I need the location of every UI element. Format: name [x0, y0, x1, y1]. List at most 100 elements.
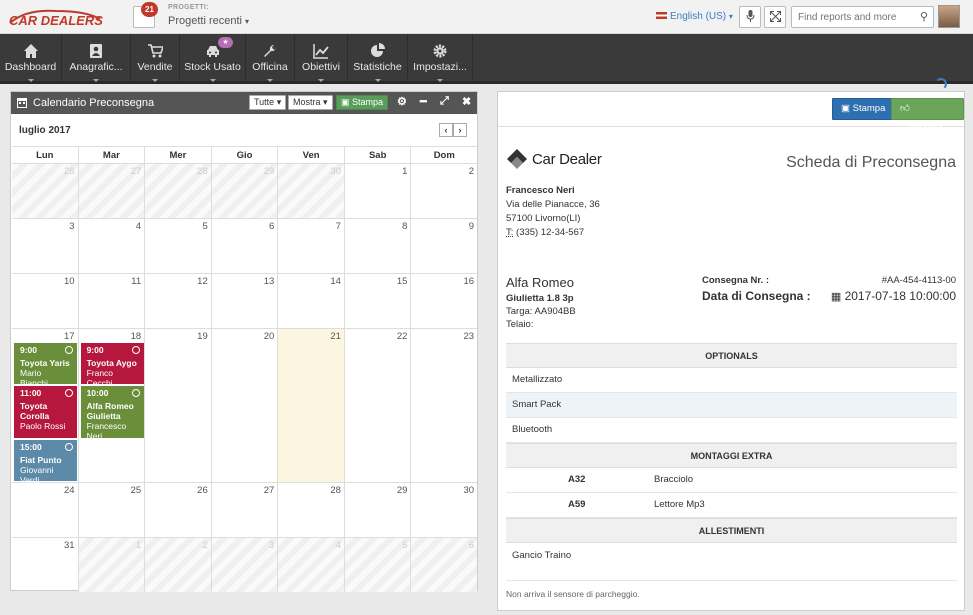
preconsegna-document: ▣ Stampa 👍︎ Consegna Car Dealer Scheda d… [497, 91, 965, 611]
projects-dropdown[interactable]: Progetti recenti ▾ [168, 15, 249, 27]
prev-month-button[interactable]: ‹ [439, 123, 453, 137]
logo[interactable]: CAR DEALERS [6, 5, 104, 29]
calendar-week: 31 1 2 3 4 5 6 [12, 538, 478, 592]
calendar-day-today[interactable]: 21 [278, 329, 345, 482]
calendar-day[interactable]: 29 [345, 483, 412, 537]
calendar-day[interactable]: 3 [211, 538, 279, 592]
calendar-day-18[interactable]: 18 9:00 Toyota Aygo Franco Cecchi 10:00 … [79, 329, 146, 482]
calendar-day[interactable]: 15 [345, 274, 412, 328]
nav-anagrafiche[interactable]: Anagrafic... [62, 34, 131, 84]
calendar-day[interactable]: 29 [211, 164, 279, 218]
calendar-event[interactable]: 11:00 Toyota Corolla Paolo Rossi [14, 386, 77, 438]
extra-row: A59 Lettore Mp3 [506, 493, 957, 518]
fullscreen-button[interactable] [764, 6, 786, 28]
optional-row: Bluetooth [506, 418, 957, 443]
calendar-day[interactable]: 20 [212, 329, 279, 482]
calendar-day[interactable]: 26 [145, 483, 212, 537]
minimize-icon[interactable]: ━ [420, 95, 427, 108]
calendar-day[interactable]: 8 [345, 219, 412, 273]
calendar-day[interactable]: 30 [278, 164, 345, 218]
event-client: Francesco Neri [86, 421, 127, 441]
search-input[interactable] [798, 7, 916, 27]
microphone-button[interactable] [739, 6, 761, 28]
avatar[interactable] [938, 5, 960, 28]
calendar-day[interactable]: 30 [411, 483, 477, 537]
nav-impostazioni[interactable]: Impostazi... [408, 34, 473, 84]
search-icon[interactable]: ⚲ [920, 10, 928, 23]
calendar-day[interactable]: 28 [278, 483, 345, 537]
calendar-day[interactable]: 5 [145, 219, 212, 273]
calendar-day[interactable]: 23 [411, 329, 477, 482]
nav-vendite[interactable]: Vendite [131, 34, 180, 84]
event-time: 9:00 [86, 345, 104, 355]
calendar-day[interactable]: 12 [145, 274, 212, 328]
calendar-day[interactable]: 19 [145, 329, 212, 482]
thumbs-up-icon: 👍︎ [900, 103, 910, 114]
calendar-event[interactable]: 15:00 Fiat Punto Giovanni Verdi [14, 440, 77, 485]
calendar-day[interactable]: 26 [12, 164, 79, 218]
calendar-day[interactable]: 24 [12, 483, 79, 537]
print-calendar-button[interactable]: ▣ Stampa [336, 95, 389, 110]
deliver-button[interactable]: 👍︎ Consegna [891, 98, 964, 134]
filter-show-dropdown[interactable]: Mostra ▾ [288, 95, 333, 110]
calendar-day[interactable]: 3 [12, 219, 79, 273]
calendar-event[interactable]: 9:00 Toyota Yaris Mario Bianchi [14, 343, 77, 388]
caret-down-icon: ▾ [323, 97, 328, 107]
calendar-day[interactable]: 4 [278, 538, 345, 592]
calendar-event[interactable]: 10:00 Alfa Romeo Giulietta Francesco Ner… [80, 386, 144, 441]
calendar-day[interactable]: 2 [145, 538, 212, 592]
home-icon [23, 44, 38, 58]
calendar-day[interactable]: 4 [79, 219, 146, 273]
calendar-event[interactable]: 9:00 Toyota Aygo Franco Cecchi [80, 343, 144, 388]
calendar-day[interactable]: 11 [79, 274, 146, 328]
calendar-day-17[interactable]: 17 9:00 Toyota Yaris Mario Bianchi 11:00… [12, 329, 79, 485]
nav-stock-usato[interactable]: ★ Stock Usato [180, 34, 246, 84]
filter-all-dropdown[interactable]: Tutte ▾ [249, 95, 287, 110]
calendar-day[interactable]: 13 [212, 274, 279, 328]
customer-street: Via delle Pianacce, 36 [506, 199, 600, 210]
calendar-day[interactable]: 31 [12, 538, 79, 592]
event-model: Alfa Romeo Giulietta [86, 401, 134, 421]
customer-name: Francesco Neri [506, 185, 575, 196]
nav-officina[interactable]: Officina [246, 34, 295, 84]
settings-icon[interactable]: ⚙ [397, 95, 407, 108]
clock-icon [65, 346, 73, 354]
car-make: Alfa Romeo [506, 275, 574, 290]
delivery-date-label: Data di Consegna : [702, 289, 811, 303]
nav-statistiche[interactable]: Statistiche [348, 34, 408, 84]
calendar-week: 17 9:00 Toyota Yaris Mario Bianchi 11:00… [12, 329, 477, 485]
language-selector[interactable]: English (US) ▾ [656, 11, 733, 22]
calendar-day[interactable]: 6 [411, 538, 478, 592]
nav-dashboard[interactable]: Dashboard [0, 34, 62, 84]
nav-label: Statistiche [353, 61, 402, 73]
calendar-day[interactable]: 10 [12, 274, 79, 328]
calendar-day[interactable]: 2 [411, 164, 477, 218]
calendar-day[interactable]: 6 [212, 219, 279, 273]
calendar-panel: Calendario Preconsegna Tutte ▾ Mostra ▾ … [10, 91, 478, 592]
nav-obiettivi[interactable]: Obiettivi [295, 34, 348, 84]
calendar-day[interactable]: 25 [79, 483, 146, 537]
calendar-day[interactable]: 28 [145, 164, 212, 218]
calendar-day[interactable]: 1 [78, 538, 146, 592]
filter-show-label: Mostra [293, 97, 321, 107]
calendar-day[interactable]: 7 [278, 219, 345, 273]
expand-icon[interactable]: ⤢ [440, 95, 449, 108]
clock-icon [131, 389, 140, 397]
clock-icon [65, 389, 73, 397]
extra-row: A32 Bracciolo [506, 468, 957, 493]
calendar-grid: Lun Mar Mer Gio Ven Sab Dom 26 27 28 29 … [12, 146, 478, 592]
calendar-day[interactable]: 5 [344, 538, 412, 592]
calendar-day[interactable]: 22 [345, 329, 412, 482]
calendar-day[interactable]: 16 [411, 274, 477, 328]
calendar-day[interactable]: 27 [78, 164, 146, 218]
print-document-button[interactable]: ▣ Stampa [832, 98, 895, 120]
calendar-day[interactable]: 9 [411, 219, 477, 273]
calendar-day[interactable]: 1 [345, 164, 412, 218]
star-badge: ★ [218, 37, 233, 48]
next-month-button[interactable]: › [453, 123, 467, 137]
calendar-day[interactable]: 27 [212, 483, 279, 537]
close-icon[interactable]: ✖ [462, 95, 471, 108]
loading-spinner-icon [935, 78, 947, 90]
calendar-day[interactable]: 14 [278, 274, 345, 328]
line-chart-icon [313, 44, 329, 59]
